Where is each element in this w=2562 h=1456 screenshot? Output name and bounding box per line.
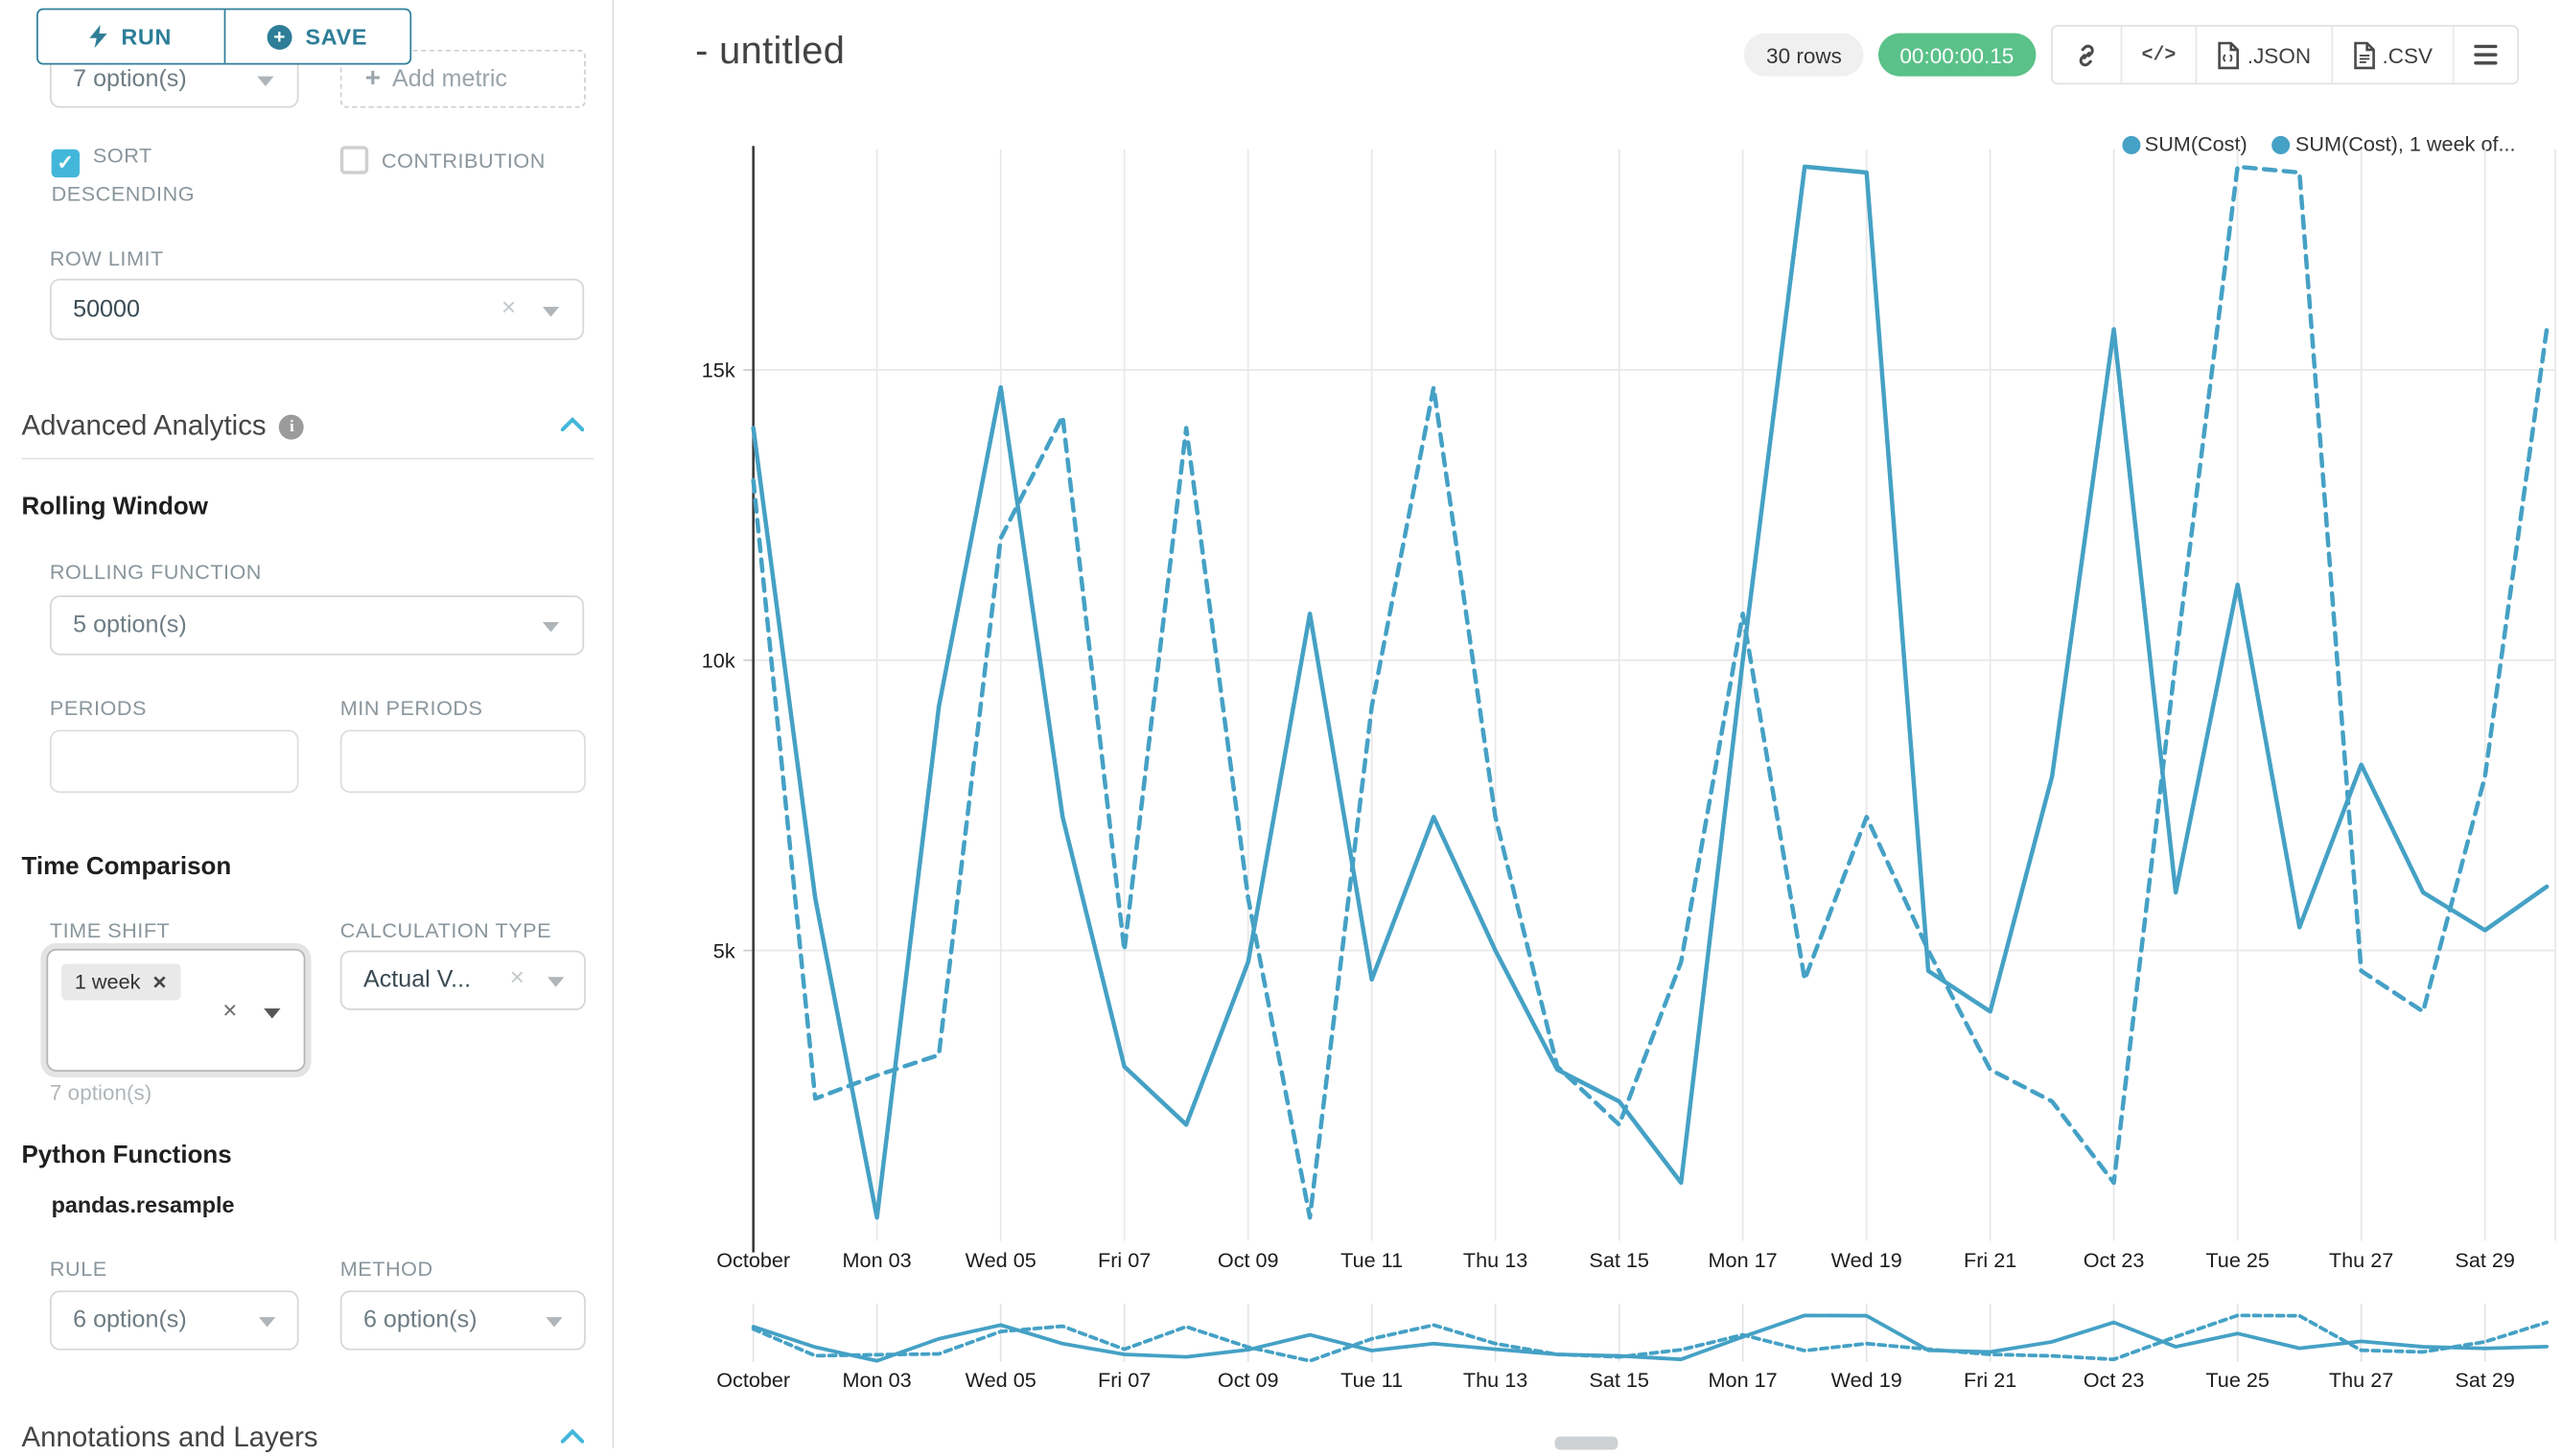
svg-text:Oct 09: Oct 09	[1218, 1368, 1279, 1392]
calculation-type-value: Actual V...	[363, 967, 471, 994]
method-label: METHOD	[340, 1258, 433, 1281]
collapse-chevron-icon[interactable]	[561, 416, 584, 431]
periods-label: PERIODS	[50, 697, 147, 720]
clear-icon[interactable]: ×	[501, 293, 516, 321]
rolling-function-value: 5 option(s)	[73, 612, 187, 639]
sort-descending-checkbox[interactable]: ✓	[52, 150, 80, 177]
method-select[interactable]: 6 option(s)	[340, 1290, 586, 1350]
svg-text:Tue 11: Tue 11	[1340, 1368, 1403, 1392]
method-value: 6 option(s)	[363, 1307, 477, 1334]
annotations-layers-header: Annotations and Layers	[21, 1421, 317, 1455]
resize-handle[interactable]	[1555, 1437, 1619, 1450]
chevron-down-icon	[543, 622, 559, 632]
plus-icon: +	[365, 64, 381, 94]
annotations-layers-title: Annotations and Layers	[21, 1421, 317, 1455]
contribution-control: CONTRIBUTION	[340, 145, 606, 179]
contribution-checkbox[interactable]	[340, 146, 368, 173]
chart-panel: - untitled 30 rows 00:00:00.15 </>	[614, 0, 2562, 1448]
run-button[interactable]: RUN	[38, 10, 223, 62]
row-limit-label: ROW LIMIT	[50, 247, 164, 270]
run-label: RUN	[121, 24, 172, 49]
svg-text:Wed 05: Wed 05	[966, 1368, 1036, 1392]
info-icon[interactable]: i	[279, 414, 304, 439]
periods-input[interactable]	[50, 729, 299, 793]
row-limit-select[interactable]: 50000 ×	[50, 279, 584, 340]
advanced-analytics-title: Advanced Analytics	[21, 409, 266, 443]
time-shift-chip-label: 1 week	[75, 970, 141, 993]
chip-remove-icon[interactable]: ✕	[152, 971, 168, 992]
divider	[21, 458, 594, 460]
svg-text:Sat 29: Sat 29	[2455, 1368, 2515, 1392]
rolling-function-select[interactable]: 5 option(s)	[50, 595, 584, 655]
time-comparison-title: Time Comparison	[21, 853, 231, 881]
rolling-function-label: ROLLING FUNCTION	[50, 561, 262, 584]
time-shift-multiselect[interactable]: 1 week ✕ ×	[46, 949, 305, 1072]
sort-descending-control: ✓SORT DESCENDING	[52, 139, 268, 212]
rule-label: RULE	[50, 1258, 107, 1281]
svg-text:Thu 13: Thu 13	[1463, 1368, 1527, 1392]
clear-icon[interactable]: ×	[510, 963, 524, 991]
pandas-resample-label: pandas.resample	[52, 1192, 235, 1217]
svg-text:October: October	[716, 1368, 790, 1392]
time-shift-label: TIME SHIFT	[50, 919, 170, 942]
clear-icon[interactable]: ×	[222, 997, 237, 1025]
row-limit-value: 50000	[73, 296, 140, 323]
svg-text:Thu 27: Thu 27	[2329, 1368, 2393, 1392]
svg-text:Wed 19: Wed 19	[1831, 1368, 1902, 1392]
svg-text:Mon 03: Mon 03	[843, 1368, 912, 1392]
chevron-down-icon	[257, 77, 273, 86]
metrics-select-value: 7 option(s)	[73, 65, 187, 92]
svg-text:Fri 07: Fri 07	[1098, 1368, 1151, 1392]
app: 7 option(s) + Add metric RUN + SAVE ✓SOR…	[0, 0, 2562, 1448]
save-button[interactable]: + SAVE	[223, 10, 410, 62]
python-functions-title: Python Functions	[21, 1142, 231, 1169]
add-metric-label: Add metric	[392, 65, 507, 92]
control-panel: 7 option(s) + Add metric RUN + SAVE ✓SOR…	[0, 0, 614, 1448]
svg-text:Sat 15: Sat 15	[1589, 1368, 1649, 1392]
chevron-down-icon	[546, 1317, 562, 1327]
chevron-down-icon	[543, 307, 559, 316]
lightning-icon	[89, 25, 107, 48]
svg-text:Fri 21: Fri 21	[1964, 1368, 2016, 1392]
chevron-down-icon	[264, 1008, 280, 1018]
svg-text:Oct 23: Oct 23	[2084, 1368, 2145, 1392]
run-save-button-group: RUN + SAVE	[36, 9, 411, 65]
plus-circle-icon: +	[268, 24, 292, 49]
chevron-down-icon	[259, 1317, 275, 1327]
rule-select[interactable]: 6 option(s)	[50, 1290, 299, 1350]
time-shift-chip: 1 week ✕	[61, 963, 180, 1000]
rule-value: 6 option(s)	[73, 1307, 187, 1334]
contribution-label: CONTRIBUTION	[382, 150, 546, 173]
min-periods-input[interactable]	[340, 729, 586, 793]
rolling-window-title: Rolling Window	[21, 493, 207, 520]
collapse-chevron-icon[interactable]	[561, 1428, 584, 1444]
svg-text:Mon 17: Mon 17	[1709, 1368, 1778, 1392]
calculation-type-label: CALCULATION TYPE	[340, 919, 551, 942]
save-label: SAVE	[306, 24, 368, 49]
min-periods-label: MIN PERIODS	[340, 697, 483, 720]
time-shift-helper: 7 option(s)	[50, 1080, 151, 1105]
calculation-type-select[interactable]: Actual V... ×	[340, 951, 586, 1010]
advanced-analytics-header: Advanced Analytics i	[21, 409, 304, 443]
mini-context-chart[interactable]: October Mon 03 Wed 05 Fri 07 Oct 09 Tue 11 Thu…	[614, 0, 2562, 1448]
chevron-down-icon	[547, 977, 564, 986]
svg-text:Tue 25: Tue 25	[2205, 1368, 2270, 1392]
